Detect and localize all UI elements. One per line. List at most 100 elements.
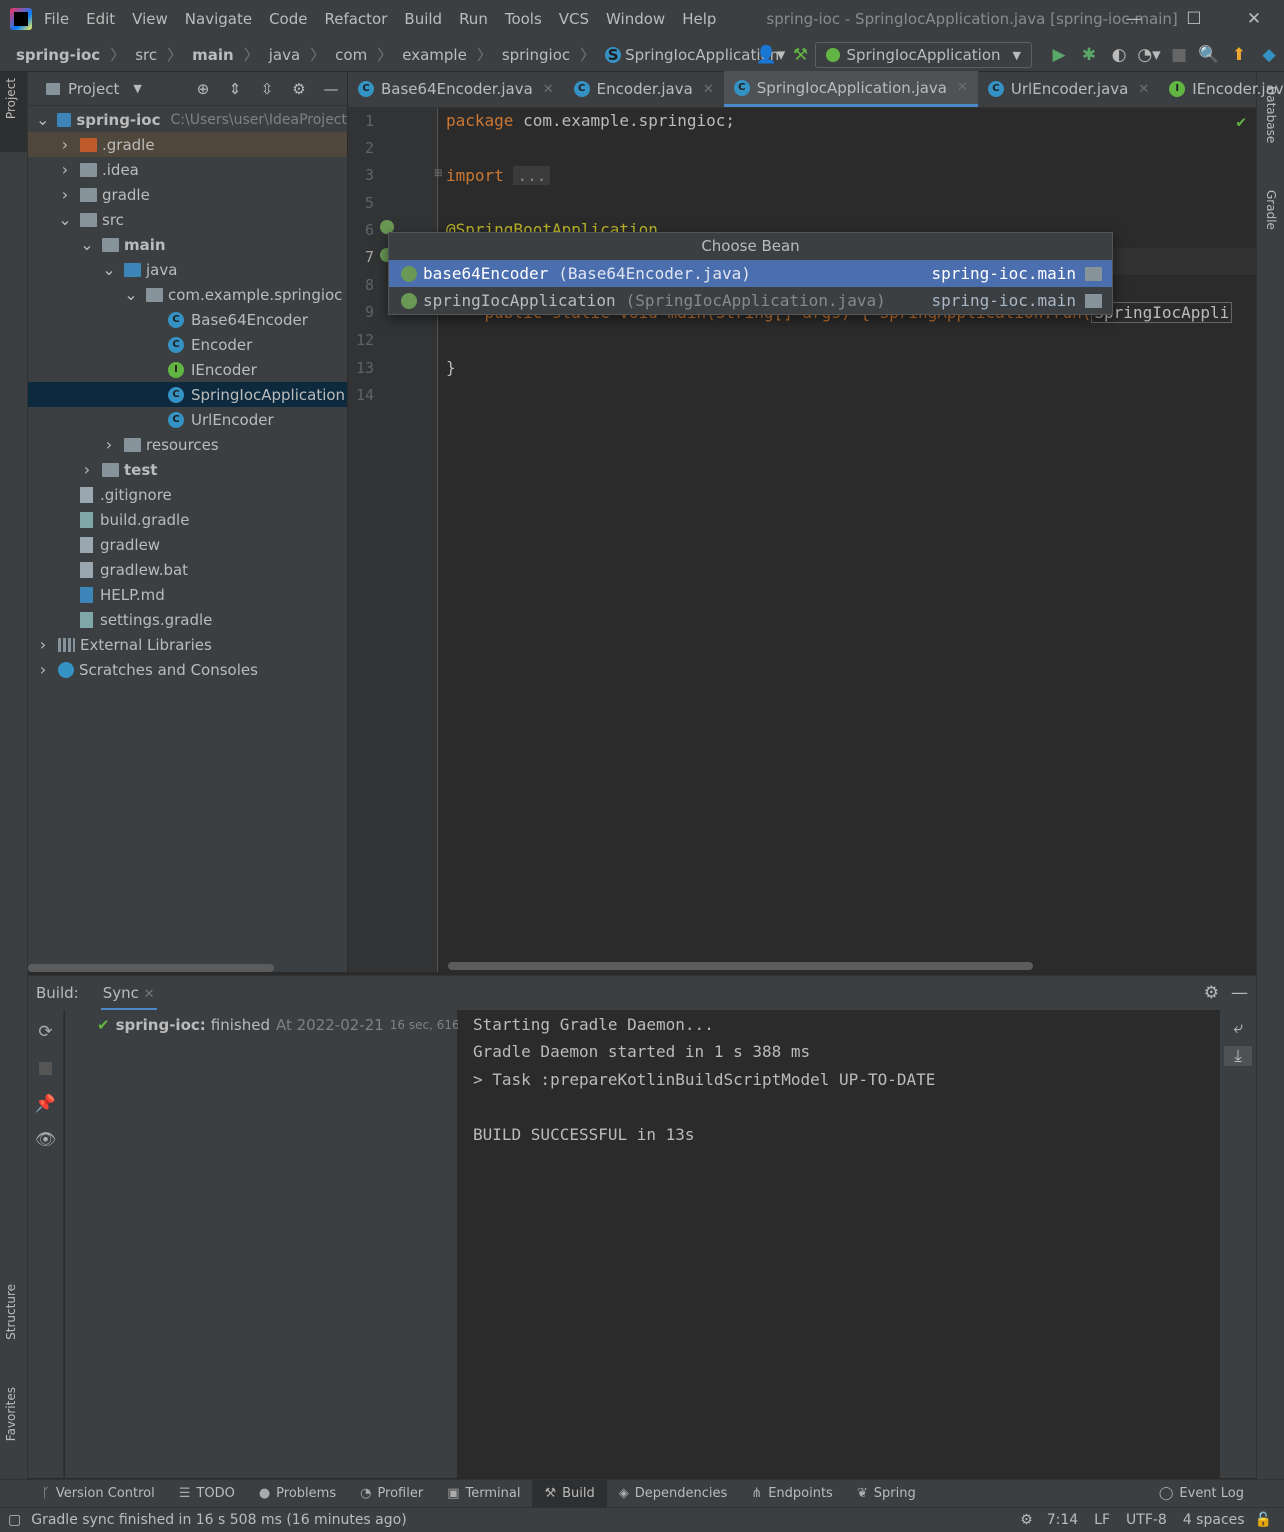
editor-tab[interactable]: I IEncoder.java — [1159, 71, 1284, 107]
event-log-tool[interactable]: ◯ Event Log — [1147, 1480, 1256, 1508]
menu-refactor[interactable]: Refactor — [324, 10, 387, 28]
menu-window[interactable]: Window — [606, 10, 665, 28]
tree-item[interactable]: ⌄ java — [28, 257, 347, 282]
project-panel-title[interactable]: Project — [68, 80, 119, 98]
chevron-right-icon[interactable]: › — [80, 460, 94, 479]
tree-item[interactable]: I IEncoder — [28, 357, 347, 382]
tree-item[interactable]: .gitignore — [28, 482, 347, 507]
chevron-down-icon[interactable]: ⌄ — [124, 285, 138, 304]
maximize-icon[interactable]: ☐ — [1164, 0, 1224, 38]
structure-tool-button[interactable]: Structure — [4, 1284, 18, 1340]
tree-item[interactable]: gradlew — [28, 532, 347, 557]
chevron-right-icon[interactable]: › — [58, 135, 72, 154]
hide-icon[interactable]: — — [1231, 983, 1248, 1003]
problems-tool[interactable]: ● Problems — [247, 1480, 348, 1508]
endpoints-tool[interactable]: ⋔ Endpoints — [739, 1480, 845, 1508]
expand-all-icon[interactable]: ⇕ — [219, 80, 251, 98]
close-icon[interactable]: ✕ — [1224, 0, 1284, 38]
hammer-icon[interactable]: ⚒ — [785, 45, 815, 65]
caret-position[interactable]: 7:14 — [1047, 1512, 1078, 1528]
version-control-tool[interactable]: ᚴ Version Control — [30, 1480, 167, 1508]
close-tab-icon[interactable]: ✕ — [703, 82, 714, 97]
minimize-icon[interactable]: — — [1104, 0, 1164, 38]
editor-tab[interactable]: C Base64Encoder.java ✕ — [348, 71, 564, 107]
line-separator[interactable]: LF — [1094, 1512, 1110, 1528]
menu-code[interactable]: Code — [269, 10, 307, 28]
tree-item[interactable]: gradlew.bat — [28, 557, 347, 582]
close-icon[interactable]: ✕ — [144, 987, 155, 1002]
fold-icon[interactable]: ⊞ — [434, 168, 442, 179]
tree-item[interactable]: build.gradle — [28, 507, 347, 532]
run-configuration-select[interactable]: SpringIocApplication ▼ — [815, 42, 1032, 68]
tree-item[interactable]: › Scratches and Consoles — [28, 657, 347, 682]
update-icon[interactable]: ⬆ — [1224, 45, 1254, 65]
editor-horizontal-scrollbar[interactable] — [448, 962, 1033, 970]
chevron-down-icon[interactable]: ⌄ — [102, 260, 116, 279]
breadcrumb-item[interactable]: spring-ioc — [16, 46, 100, 64]
terminal-tool[interactable]: ▣ Terminal — [435, 1480, 532, 1508]
menu-help[interactable]: Help — [682, 10, 716, 28]
refresh-icon[interactable]: ⟳ — [28, 1022, 63, 1042]
breadcrumb-item[interactable]: src — [135, 46, 157, 64]
file-encoding[interactable]: UTF-8 — [1126, 1512, 1167, 1528]
tree-item[interactable]: › External Libraries — [28, 632, 347, 657]
chevron-down-icon[interactable]: ▼ — [133, 82, 141, 95]
menu-navigate[interactable]: Navigate — [185, 10, 252, 28]
chevron-down-icon[interactable]: ⌄ — [80, 235, 94, 254]
tree-item[interactable]: settings.gradle — [28, 607, 347, 632]
eye-icon[interactable]: 👁 — [28, 1130, 63, 1150]
user-icon[interactable]: 👤▾ — [755, 45, 786, 65]
breadcrumb-item[interactable]: java — [269, 46, 300, 64]
tree-item[interactable]: C UrlEncoder — [28, 407, 347, 432]
close-tab-icon[interactable]: ✕ — [543, 82, 554, 97]
jetbrains-toolbox-icon[interactable]: ◆ — [1254, 45, 1284, 65]
status-message[interactable]: Gradle sync finished in 16 s 508 ms (16 … — [31, 1512, 406, 1528]
breadcrumb-item[interactable]: com — [335, 46, 367, 64]
breadcrumb-item[interactable]: main — [192, 46, 234, 64]
tree-item[interactable]: ⌄ com.example.springioc — [28, 282, 347, 307]
menu-tools[interactable]: Tools — [505, 10, 542, 28]
search-icon[interactable]: 🔍 — [1194, 45, 1224, 65]
pin-icon[interactable]: 📌 — [28, 1094, 63, 1114]
editor-tab[interactable]: C SpringIocApplication.java ✕ — [723, 71, 978, 107]
debug-icon[interactable]: ✱ — [1074, 45, 1104, 65]
menu-vcs[interactable]: VCS — [559, 10, 589, 28]
close-tab-icon[interactable]: ✕ — [1138, 82, 1149, 97]
menu-edit[interactable]: Edit — [86, 10, 115, 28]
breadcrumb-item[interactable]: springioc — [502, 46, 570, 64]
inspection-ok-icon[interactable]: ✔ — [1236, 112, 1246, 131]
chevron-down-icon[interactable]: ⌄ — [58, 210, 72, 229]
profiler-tool[interactable]: ◔ Profiler — [348, 1480, 435, 1508]
tree-item[interactable]: › gradle — [28, 182, 347, 207]
build-entry[interactable]: ✔ spring-ioc: finished At 2022-02-21 16 … — [65, 1016, 481, 1034]
folded-imports[interactable]: ... — [513, 166, 551, 185]
bean-option[interactable]: springIocApplication (SpringIocApplicati… — [389, 287, 1112, 314]
tree-item[interactable]: › resources — [28, 432, 347, 457]
locate-icon[interactable]: ⊕ — [187, 80, 219, 98]
editor-tab[interactable]: C UrlEncoder.java ✕ — [978, 71, 1159, 107]
soft-wrap-icon[interactable]: ⤶ — [1220, 1018, 1256, 1038]
tree-item[interactable]: C Base64Encoder — [28, 307, 347, 332]
spring-tool[interactable]: ❦ Spring — [845, 1480, 928, 1508]
background-tasks-icon[interactable]: ⚙ — [1020, 1512, 1033, 1528]
tree-item[interactable]: › .gradle — [28, 132, 347, 157]
editor-tab[interactable]: C Encoder.java ✕ — [564, 71, 724, 107]
menu-file[interactable]: File — [44, 10, 69, 28]
lock-icon[interactable]: 🔓 — [1255, 1512, 1272, 1528]
bean-option[interactable]: base64Encoder (Base64Encoder.java) sprin… — [389, 260, 1112, 287]
chevron-right-icon[interactable]: › — [58, 160, 72, 179]
project-tool-button[interactable]: Project — [0, 72, 27, 152]
horizontal-scrollbar[interactable] — [28, 964, 274, 972]
profile-icon[interactable]: ◔▾ — [1134, 45, 1164, 65]
tree-item[interactable]: ⌄ src — [28, 207, 347, 232]
menu-run[interactable]: Run — [459, 10, 488, 28]
run-icon[interactable]: ▶ — [1044, 45, 1074, 65]
build-tool[interactable]: ⚒ Build — [532, 1479, 607, 1508]
tree-item[interactable]: HELP.md — [28, 582, 347, 607]
chevron-right-icon[interactable]: › — [58, 185, 72, 204]
breadcrumb-item[interactable]: example — [402, 46, 467, 64]
chevron-right-icon[interactable]: › — [102, 435, 116, 454]
layout-icon[interactable]: ▢ — [8, 1512, 21, 1528]
gear-icon[interactable]: ⚙ — [283, 80, 315, 98]
gear-icon[interactable]: ⚙ — [1204, 983, 1219, 1003]
